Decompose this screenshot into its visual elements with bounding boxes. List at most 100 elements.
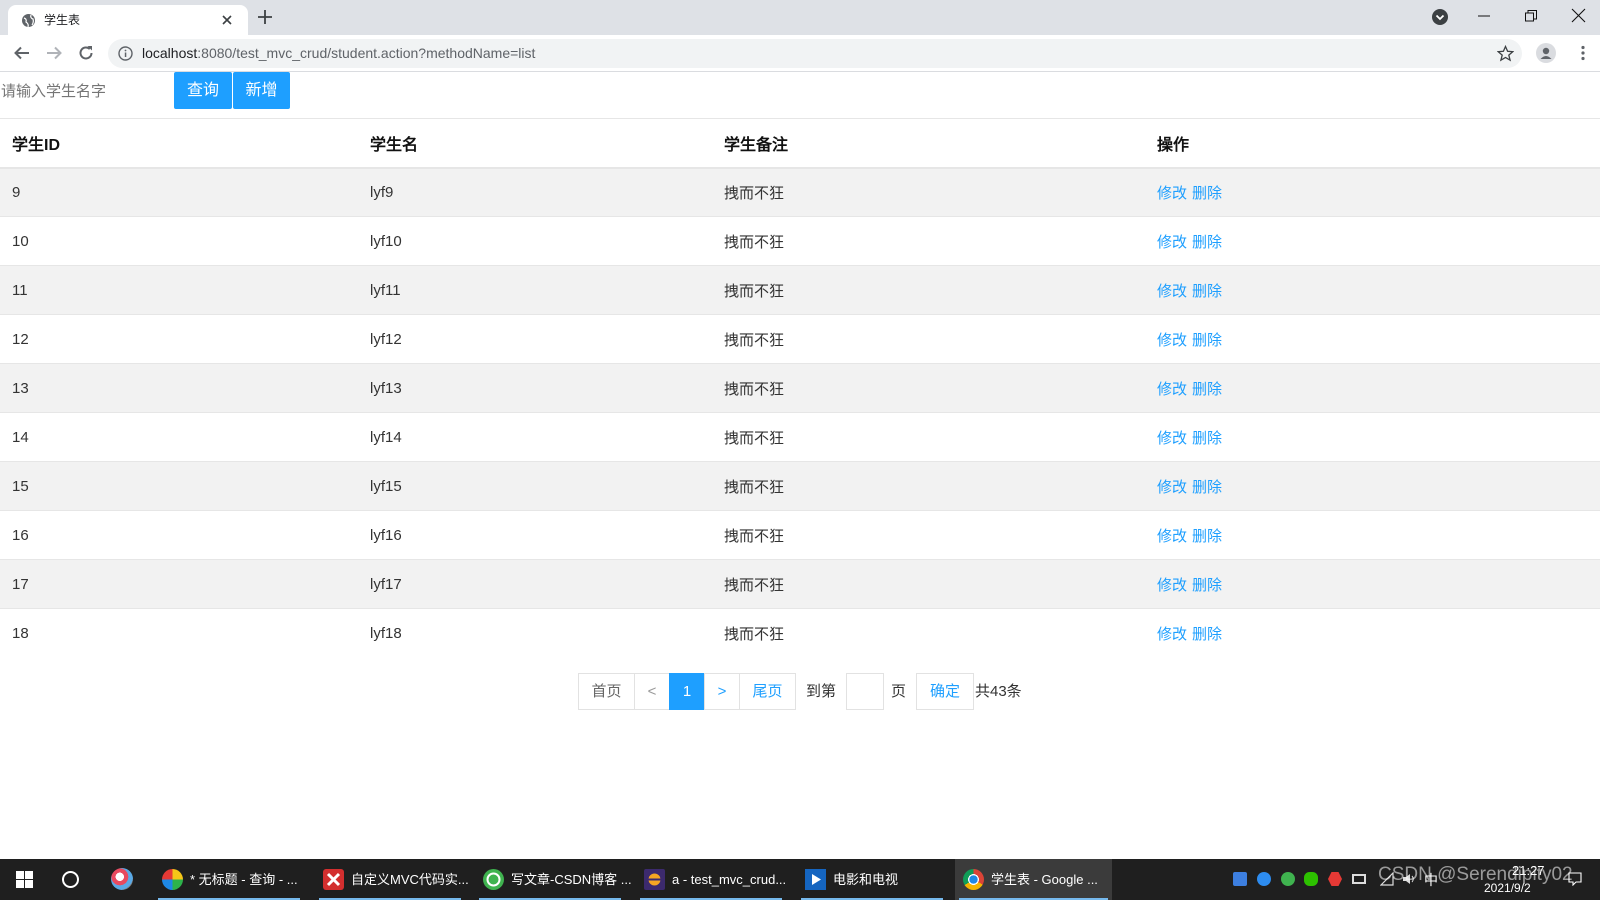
battery-icon[interactable] [1352,874,1366,884]
pagination-prev[interactable]: < [634,673,670,710]
cell-student-id: 10 [0,216,358,266]
minimize-icon[interactable] [1477,9,1491,23]
table-header-row: 学生ID 学生名 学生备注 操作 [0,118,1600,169]
back-arrow-icon[interactable] [13,44,31,62]
delete-link[interactable]: 删除 [1192,528,1222,545]
browser-tab-active[interactable]: 学生表 [8,5,248,35]
forward-arrow-icon[interactable] [45,44,63,62]
volume-icon[interactable] [1402,872,1416,886]
cell-student-remark: 拽而不狂 [712,216,1145,266]
table-row: 16 lyf16 拽而不狂 修改 删除 [0,510,1600,560]
menu-dots-icon[interactable] [1574,44,1592,62]
edit-link[interactable]: 修改 [1157,626,1187,643]
header-student-remark: 学生备注 [712,118,1145,169]
new-tab-plus-icon[interactable] [257,9,273,25]
edit-link[interactable]: 修改 [1157,283,1187,300]
delete-link[interactable]: 删除 [1192,234,1222,251]
site-info-icon[interactable] [118,46,133,61]
edit-link[interactable]: 修改 [1157,234,1187,251]
clock-time[interactable]: 21:27 [1512,863,1545,879]
cell-student-id: 18 [0,608,358,658]
url-text[interactable]: localhost:8080/test_mvc_crud/student.act… [142,45,535,62]
tray-security-icon[interactable] [1328,872,1342,886]
table-row: 12 lyf12 拽而不狂 修改 删除 [0,314,1600,364]
header-student-id: 学生ID [0,118,358,169]
edit-link[interactable]: 修改 [1157,528,1187,545]
network-icon[interactable] [1380,872,1394,886]
edit-link[interactable]: 修改 [1157,185,1187,202]
edit-link[interactable]: 修改 [1157,577,1187,594]
tray-green-icon[interactable] [1281,872,1295,886]
delete-link[interactable]: 删除 [1192,626,1222,643]
profile-icon[interactable] [1536,43,1556,63]
taskbar-app-label: 学生表 - Google ... [991,872,1098,887]
tab-title: 学生表 [44,13,81,27]
pagination-confirm-button[interactable]: 确定 [916,673,974,710]
add-student-button[interactable]: 新增 [233,72,290,109]
tray-bird-icon[interactable] [1257,872,1271,886]
delete-link[interactable]: 删除 [1192,185,1222,202]
ime-indicator[interactable]: 中 [1424,870,1438,890]
wechat-icon[interactable] [1304,872,1318,886]
delete-link[interactable]: 删除 [1192,479,1222,496]
pagination-first[interactable]: 首页 [578,673,635,710]
windows-taskbar: * 无标题 - 查询 - ... 自定义MVC代码实... 写文章-CSDN博客… [0,859,1600,900]
delete-link[interactable]: 删除 [1192,283,1222,300]
cell-actions: 修改 删除 [1145,167,1600,217]
movies-tv-icon [805,869,826,890]
cell-student-remark: 拽而不狂 [712,461,1145,511]
tab-close-icon[interactable] [220,13,234,27]
xmind-icon [323,869,344,890]
globe-icon [21,13,36,28]
query-button[interactable]: 查询 [174,72,232,109]
cell-student-id: 13 [0,363,358,413]
pinned-app-icon[interactable] [111,868,133,890]
taskbar-app-button[interactable]: * 无标题 - 查询 - ... [154,859,304,900]
header-actions: 操作 [1145,118,1600,169]
pagination-page-input[interactable] [846,673,884,710]
notification-icon[interactable] [1568,872,1582,886]
student-name-search-input[interactable] [0,73,170,110]
taskbar-app-button-active[interactable]: 学生表 - Google ... [955,859,1112,900]
clock-date[interactable]: 2021/9/2 [1484,880,1531,896]
pagination-current-page[interactable]: 1 [669,673,705,710]
tray-app-icon[interactable] [1233,872,1247,886]
cell-student-name: lyf16 [358,510,712,560]
taskbar-app-button[interactable]: 写文章-CSDN博客 ... [475,859,632,900]
delete-link[interactable]: 删除 [1192,332,1222,349]
cell-student-id: 9 [0,167,358,217]
pagination-last[interactable]: 尾页 [739,673,796,710]
cell-actions: 修改 删除 [1145,461,1600,511]
cortana-search-icon[interactable] [62,871,79,888]
cell-student-id: 17 [0,559,358,609]
delete-link[interactable]: 删除 [1192,430,1222,447]
pagination-goto-label: 到第 [806,683,837,700]
cell-student-remark: 拽而不狂 [712,608,1145,658]
delete-link[interactable]: 删除 [1192,381,1222,398]
cell-student-name: lyf13 [358,363,712,413]
reload-icon[interactable] [77,44,95,62]
edit-link[interactable]: 修改 [1157,430,1187,447]
taskbar-app-button[interactable]: 自定义MVC代码实... [315,859,469,900]
cell-student-name: lyf14 [358,412,712,462]
navicat-icon [162,869,183,890]
bookmark-star-icon[interactable] [1497,45,1514,62]
window-close-icon[interactable] [1571,8,1586,23]
cell-student-name: lyf15 [358,461,712,511]
cell-student-remark: 拽而不狂 [712,363,1145,413]
taskbar-app-button[interactable]: a - test_mvc_crud... [636,859,786,900]
pagination-next[interactable]: > [704,673,740,710]
restore-icon[interactable] [1524,9,1538,23]
cell-student-name: lyf10 [358,216,712,266]
table-row: 17 lyf17 拽而不狂 修改 删除 [0,559,1600,609]
edit-link[interactable]: 修改 [1157,332,1187,349]
delete-link[interactable]: 删除 [1192,577,1222,594]
taskbar-app-button[interactable]: 电影和电视 [797,859,947,900]
windows-start-icon[interactable] [16,871,33,888]
edit-link[interactable]: 修改 [1157,381,1187,398]
edit-link[interactable]: 修改 [1157,479,1187,496]
cell-student-remark: 拽而不狂 [712,559,1145,609]
address-bar[interactable]: localhost:8080/test_mvc_crud/student.act… [108,39,1522,68]
tab-search-icon[interactable] [1431,8,1449,26]
cell-actions: 修改 删除 [1145,608,1600,658]
